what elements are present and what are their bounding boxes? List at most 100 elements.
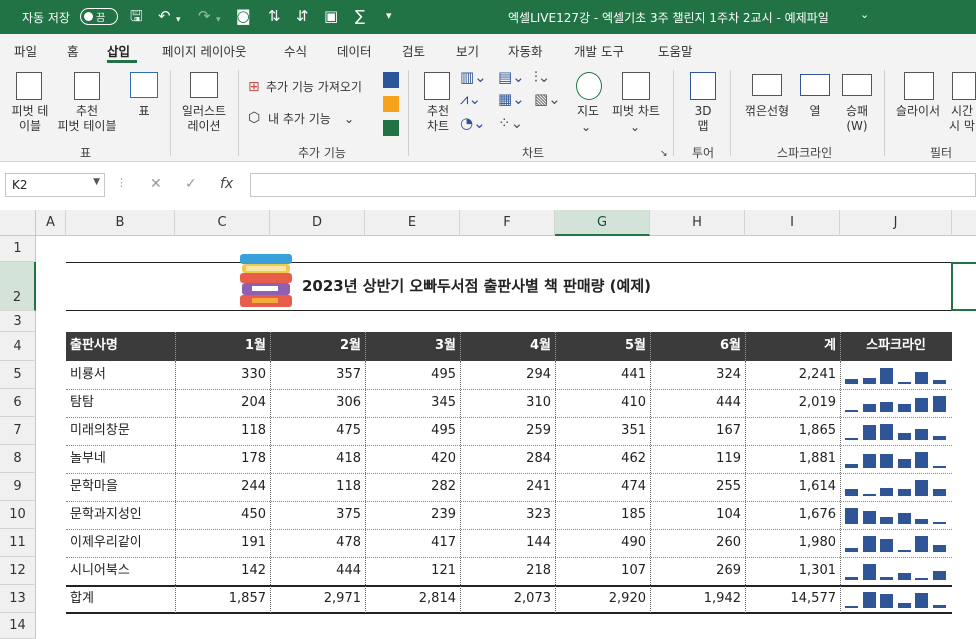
tab-formulas[interactable]: 수식 (284, 41, 307, 60)
row-label[interactable]: 이제우리같이 (66, 529, 175, 557)
tab-insert[interactable]: 삽입 (107, 41, 130, 60)
value-cell[interactable]: 218 (460, 557, 555, 585)
total-cell[interactable]: 1,614 (745, 473, 840, 501)
value-cell[interactable]: 324 (650, 361, 745, 389)
column-header-c[interactable]: C (175, 210, 270, 236)
value-cell[interactable]: 450 (175, 501, 270, 529)
redo-dropdown-icon[interactable]: ▾ (216, 11, 221, 29)
total-cell[interactable]: 1,301 (745, 557, 840, 585)
value-cell[interactable]: 417 (365, 529, 460, 557)
scatter-chart-icon[interactable]: ⁘⌄ (498, 116, 523, 131)
value-cell[interactable]: 478 (270, 529, 365, 557)
recommended-pivot-button[interactable]: 추천 피벗 테이블 (52, 104, 122, 134)
table-button[interactable]: 표 (130, 104, 158, 119)
tab-home[interactable]: 홈 (67, 41, 79, 60)
value-cell[interactable]: 259 (460, 417, 555, 445)
value-cell[interactable]: 475 (270, 417, 365, 445)
tab-help[interactable]: 도움말 (658, 41, 693, 60)
my-addins-button[interactable]: 내 추가 기능 (268, 112, 331, 127)
total-cell[interactable]: 2,019 (745, 389, 840, 417)
camera-icon[interactable]: ◙ (236, 7, 251, 25)
value-cell[interactable]: 282 (365, 473, 460, 501)
value-cell[interactable]: 420 (365, 445, 460, 473)
column-header-d[interactable]: D (270, 210, 365, 236)
value-cell[interactable]: 121 (365, 557, 460, 585)
value-cell[interactable]: 144 (460, 529, 555, 557)
select-all-icon[interactable]: ▣ (324, 7, 338, 25)
hierarchy-chart-icon[interactable]: ▤⌄ (498, 70, 525, 85)
value-cell[interactable]: 204 (175, 389, 270, 417)
value-cell[interactable]: 2,971 (270, 585, 365, 613)
value-cell[interactable]: 284 (460, 445, 555, 473)
pivot-table-button[interactable]: 피벗 테 이블 (4, 104, 56, 134)
value-cell[interactable]: 142 (175, 557, 270, 585)
column-sparkline-button[interactable]: 열 (800, 104, 830, 119)
redo-icon[interactable]: ↷ (198, 7, 211, 25)
value-cell[interactable]: 345 (365, 389, 460, 417)
column-header-i[interactable]: I (745, 210, 840, 236)
customize-qat-icon[interactable]: ▾ (386, 7, 392, 25)
value-cell[interactable]: 410 (555, 389, 650, 417)
row-label[interactable]: 놀부네 (66, 445, 175, 473)
undo-dropdown-icon[interactable]: ▾ (176, 11, 181, 29)
row-label[interactable]: 문학과지성인 (66, 501, 175, 529)
visio-icon[interactable] (383, 72, 399, 88)
3d-map-button[interactable]: 3D 맵 (684, 104, 722, 134)
value-cell[interactable]: 118 (270, 473, 365, 501)
tab-file[interactable]: 파일 (14, 41, 37, 60)
maps-dropdown-icon[interactable]: ⌄ (581, 120, 591, 135)
value-cell[interactable]: 239 (365, 501, 460, 529)
illustrations-button[interactable]: 일러스트 레이션 (176, 104, 232, 134)
row-header-8[interactable]: 8 (0, 445, 36, 473)
row-header-13[interactable]: 13 (0, 585, 36, 613)
timeline-button[interactable]: 시간 시 막 (946, 104, 976, 134)
value-cell[interactable]: 323 (460, 501, 555, 529)
value-cell[interactable]: 1,857 (175, 585, 270, 613)
value-cell[interactable]: 495 (365, 417, 460, 445)
row-header-3[interactable]: 3 (0, 311, 36, 332)
value-cell[interactable]: 167 (650, 417, 745, 445)
bing-icon[interactable] (383, 96, 399, 112)
header-cell[interactable]: 출판사명 (66, 332, 175, 361)
value-cell[interactable]: 241 (460, 473, 555, 501)
value-cell[interactable]: 330 (175, 361, 270, 389)
winloss-sparkline-button[interactable]: 승패 (W) (838, 104, 876, 134)
value-cell[interactable]: 185 (555, 501, 650, 529)
tab-automate[interactable]: 자동화 (508, 41, 543, 60)
tab-developer[interactable]: 개발 도구 (574, 41, 624, 60)
pivot-chart-dropdown-icon[interactable]: ⌄ (630, 120, 640, 135)
enter-icon[interactable]: ✓ (185, 176, 197, 192)
tab-view[interactable]: 보기 (456, 41, 479, 60)
title-dropdown-icon[interactable]: ⌄ (860, 8, 869, 21)
row-label[interactable]: 비룡서 (66, 361, 175, 389)
row-header-4[interactable]: 4 (0, 332, 36, 361)
value-cell[interactable]: 306 (270, 389, 365, 417)
value-cell[interactable]: 107 (555, 557, 650, 585)
recommended-charts-button[interactable]: 추천 차트 (418, 104, 458, 134)
column-header-b[interactable]: B (66, 210, 175, 236)
selected-cell-k2[interactable] (951, 262, 976, 311)
value-cell[interactable]: 2,814 (365, 585, 460, 613)
sort-ascending-icon[interactable]: ⇅ (268, 7, 281, 25)
value-cell[interactable]: 2,920 (555, 585, 650, 613)
value-cell[interactable]: 357 (270, 361, 365, 389)
total-cell[interactable]: 1,980 (745, 529, 840, 557)
line-sparkline-button[interactable]: 꺾은선형 (740, 104, 794, 119)
combo-chart-icon[interactable]: ▧⌄ (534, 92, 561, 107)
tab-data[interactable]: 데이터 (337, 41, 372, 60)
value-cell[interactable]: 490 (555, 529, 650, 557)
name-box[interactable]: K2 ▼ (5, 173, 105, 197)
insert-function-icon[interactable]: fx (220, 176, 233, 192)
value-cell[interactable]: 444 (270, 557, 365, 585)
value-cell[interactable]: 444 (650, 389, 745, 417)
maps-button[interactable]: 지도 (568, 104, 608, 119)
row-header-2[interactable]: 2 (0, 262, 36, 311)
my-addins-dropdown-icon[interactable]: ⌄ (344, 112, 354, 127)
value-cell[interactable]: 191 (175, 529, 270, 557)
column-chart-icon[interactable]: ▥⌄ (460, 70, 487, 85)
row-header-7[interactable]: 7 (0, 417, 36, 445)
people-graph-icon[interactable] (383, 120, 399, 136)
value-cell[interactable]: 244 (175, 473, 270, 501)
save-icon[interactable]: 🖫 (130, 7, 143, 25)
column-header-h[interactable]: H (650, 210, 745, 236)
